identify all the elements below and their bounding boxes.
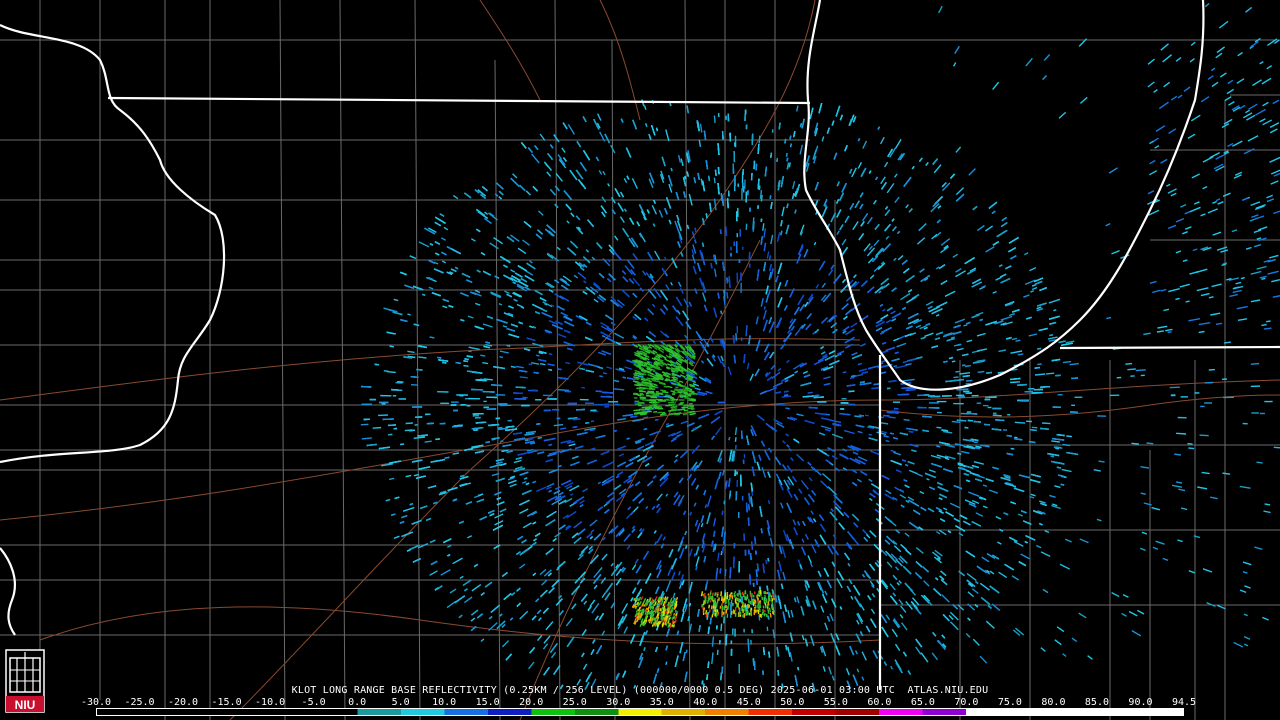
scale-tick-label: 45.0 (736, 697, 761, 708)
scale-tick-label: 40.0 (693, 697, 718, 708)
scale-tick-label: 75.0 (997, 697, 1022, 708)
scale-tick-label: 70.0 (954, 697, 979, 708)
scale-tick-label: 55.0 (823, 697, 848, 708)
scale-tick-label: 94.5 (1171, 697, 1197, 708)
scale-tick-label: -20.0 (167, 697, 199, 708)
state-border (1059, 345, 1280, 350)
color-scale-bar (96, 708, 1184, 716)
scale-tick-label: -10.0 (255, 697, 286, 708)
scale-tick-label: 5.0 (391, 697, 410, 708)
scale-tick-label: 25.0 (562, 697, 587, 708)
niu-logo: NIU (5, 649, 45, 713)
scale-tick-label: -15.0 (211, 697, 242, 708)
scale-tick-label: 90.0 (1128, 697, 1153, 708)
scale-tick-label: 30.0 (606, 697, 631, 708)
product-title: KLOT LONG RANGE BASE REFLECTIVITY (0.25K… (291, 685, 989, 696)
color-scale-labels: -30.0 -25.0 -20.0 -15.0 -10.0 -5.0 0.0 5.0 10.0 1… (0, 697, 1280, 708)
scale-tick-label: 65.0 (910, 697, 935, 708)
scale-tick-label: -5.0 (301, 697, 326, 708)
scale-tick-label: 85.0 (1084, 697, 1109, 708)
scale-tick-label: 80.0 (1041, 697, 1066, 708)
scale-tick-label: 0.0 (348, 697, 367, 708)
scale-tick-label: 20.0 (519, 697, 544, 708)
scale-tick-label: 10.0 (432, 697, 457, 708)
scale-tick-label: 50.0 (780, 697, 805, 708)
radar-map (0, 0, 1280, 720)
logo-text: NIU (15, 698, 36, 712)
scale-tick-label: 60.0 (867, 697, 892, 708)
scale-tick-label: 15.0 (475, 697, 500, 708)
scale-tick-label: -30.0 (80, 697, 112, 708)
scale-tick-label: 35.0 (649, 697, 674, 708)
scale-tick-label: -25.0 (124, 697, 155, 708)
